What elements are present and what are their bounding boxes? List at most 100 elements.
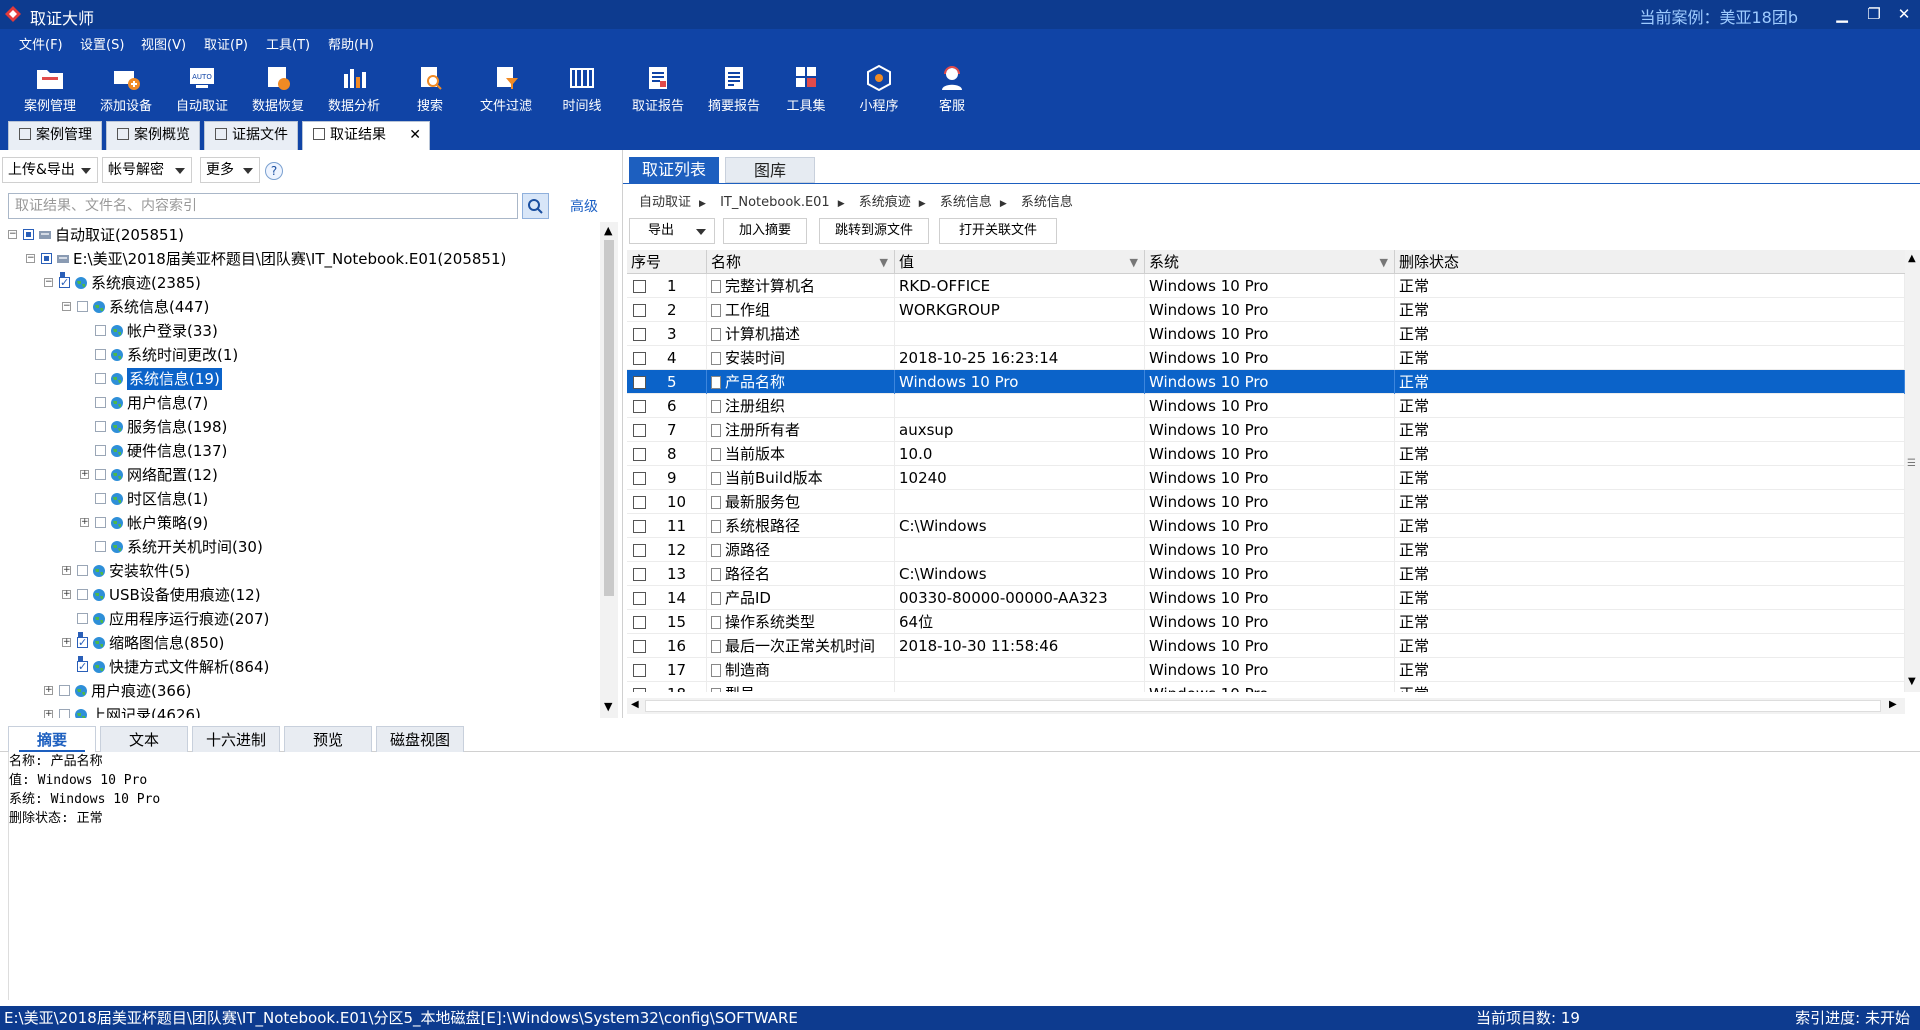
tab-text[interactable]: 文本: [100, 726, 188, 752]
row-checkbox[interactable]: [633, 496, 646, 509]
column-header-name[interactable]: 名称 ▼: [707, 250, 895, 274]
tree-checkbox[interactable]: [95, 397, 106, 408]
column-header-value[interactable]: 值 ▼: [895, 250, 1145, 274]
tree-node[interactable]: + 网络配置(12): [0, 464, 600, 486]
scroll-left-icon[interactable]: ◀: [631, 699, 639, 710]
table-row[interactable]: 2 工作组 WORKGROUP Windows 10 Pro 正常: [627, 298, 1905, 322]
forensics-report-button[interactable]: 取证报告: [626, 58, 690, 116]
tab-disk-view[interactable]: 磁盘视图: [376, 726, 464, 752]
tab-case-overview[interactable]: 案例概览: [106, 121, 200, 150]
tree-node[interactable]: + USB设备使用痕迹(12): [0, 584, 600, 606]
breadcrumb-item[interactable]: 系统信息: [1021, 195, 1073, 210]
more-dropdown[interactable]: 更多: [200, 157, 260, 183]
tab-forensics-list[interactable]: 取证列表: [629, 157, 719, 183]
data-recovery-button[interactable]: 数据恢复: [246, 58, 310, 116]
column-header-system[interactable]: 系统 ▼: [1145, 250, 1395, 274]
row-checkbox[interactable]: [633, 616, 646, 629]
table-row[interactable]: 18 型号 Windows 10 Pro正常: [627, 682, 1905, 692]
menu-forensics[interactable]: 取证(P): [204, 34, 248, 53]
collapse-icon[interactable]: −: [44, 278, 53, 287]
row-checkbox[interactable]: [633, 592, 646, 605]
mini-program-button[interactable]: 小程序: [847, 58, 911, 116]
tree-node[interactable]: 硬件信息(137): [0, 440, 600, 462]
tree-node[interactable]: + 上网记录(4626): [0, 704, 600, 718]
table-row[interactable]: 4 安装时间 2018-10-25 16:23:14 Windows 10 Pro 正常: [627, 346, 1905, 370]
row-checkbox[interactable]: [633, 688, 646, 692]
tree-node[interactable]: 快捷方式文件解析(864): [0, 656, 600, 678]
table-row[interactable]: 9 当前Build版本 10240 Windows 10 Pro 正常: [627, 466, 1905, 490]
scrollbar-thumb[interactable]: [604, 240, 614, 596]
filter-icon[interactable]: ▼: [880, 251, 888, 275]
tree-checkbox[interactable]: [77, 613, 88, 624]
row-checkbox[interactable]: [633, 520, 646, 533]
file-filter-button[interactable]: 文件过滤: [474, 58, 538, 116]
menu-view[interactable]: 视图(V): [141, 34, 186, 53]
tree-checkbox[interactable]: [95, 445, 106, 456]
tree-checkbox[interactable]: [95, 469, 106, 480]
breadcrumb-item[interactable]: 自动取证: [639, 195, 691, 210]
table-h-scrollbar[interactable]: ◀ ▶: [627, 698, 1905, 714]
expand-icon[interactable]: +: [62, 590, 71, 599]
row-checkbox[interactable]: [633, 640, 646, 653]
tree-node[interactable]: 帐户登录(33): [0, 320, 600, 342]
breadcrumb-item[interactable]: IT_Notebook.E01: [720, 195, 830, 210]
row-checkbox[interactable]: [633, 328, 646, 341]
tab-preview[interactable]: 预览: [284, 726, 372, 752]
tree-checkbox[interactable]: [77, 301, 88, 312]
row-checkbox[interactable]: [633, 664, 646, 677]
breadcrumb-item[interactable]: 系统痕迹: [859, 195, 911, 210]
table-row[interactable]: 14 产品ID 00330-80000-00000-AA323 Windows 10 …: [627, 586, 1905, 610]
tree-node[interactable]: + 安装软件(5): [0, 560, 600, 582]
breadcrumb-item[interactable]: 系统信息: [940, 195, 992, 210]
timeline-button[interactable]: 时间线: [550, 58, 614, 116]
tree-checkbox[interactable]: [77, 565, 88, 576]
tree-checkbox[interactable]: [59, 709, 70, 718]
expand-icon[interactable]: +: [62, 566, 71, 575]
row-checkbox[interactable]: [633, 376, 646, 389]
table-row[interactable]: 17 制造商 Windows 10 Pro 正常: [627, 658, 1905, 682]
expand-icon[interactable]: +: [44, 686, 53, 695]
tree-checkbox[interactable]: [95, 349, 106, 360]
tree-checkbox[interactable]: [77, 589, 88, 600]
row-checkbox[interactable]: [633, 424, 646, 437]
menu-help[interactable]: 帮助(H): [328, 34, 374, 53]
tree-checkbox[interactable]: [77, 632, 88, 648]
tree-node[interactable]: 系统信息(19): [0, 368, 600, 390]
tab-evidence-files[interactable]: 证据文件: [204, 121, 298, 150]
table-scrollbar[interactable]: ▲ ☰ ▼: [1905, 250, 1920, 692]
tree-checkbox[interactable]: [95, 517, 106, 528]
column-header-delete-status[interactable]: 删除状态: [1395, 250, 1905, 274]
tree-node[interactable]: 应用程序运行痕迹(207): [0, 608, 600, 630]
help-icon[interactable]: ?: [265, 162, 283, 180]
row-checkbox[interactable]: [633, 280, 646, 293]
tree-checkbox[interactable]: [95, 493, 106, 504]
tree-node[interactable]: − E:\美亚\2018届美亚杯题目\团队赛\IT_Notebook.E01(20…: [0, 248, 600, 270]
export-dropdown[interactable]: 导出: [629, 218, 715, 244]
menu-file[interactable]: 文件(F): [19, 34, 63, 53]
tree-node[interactable]: − 系统痕迹(2385): [0, 272, 600, 294]
tab-gallery[interactable]: 图库: [725, 157, 815, 183]
scroll-down-icon[interactable]: ▼: [604, 700, 612, 713]
scroll-up-icon[interactable]: ▲: [604, 224, 612, 237]
tree-scrollbar[interactable]: ▲ ▼: [600, 222, 618, 718]
row-checkbox[interactable]: [633, 544, 646, 557]
tree-checkbox[interactable]: [41, 253, 52, 264]
row-checkbox[interactable]: [633, 568, 646, 581]
table-row[interactable]: 3 计算机描述 Windows 10 Pro 正常: [627, 322, 1905, 346]
tree-node[interactable]: 用户信息(7): [0, 392, 600, 414]
case-management-button[interactable]: 案例管理: [18, 58, 82, 116]
tree-node[interactable]: + 用户痕迹(366): [0, 680, 600, 702]
tab-hex[interactable]: 十六进制: [192, 726, 280, 752]
account-decrypt-dropdown[interactable]: 帐号解密: [102, 157, 192, 183]
expand-icon[interactable]: +: [80, 518, 89, 527]
row-checkbox[interactable]: [633, 472, 646, 485]
tree-node[interactable]: 时区信息(1): [0, 488, 600, 510]
tree-node[interactable]: 系统时间更改(1): [0, 344, 600, 366]
table-row[interactable]: 13 路径名 C:\Windows Windows 10 Pro 正常: [627, 562, 1905, 586]
tree-node[interactable]: 服务信息(198): [0, 416, 600, 438]
tree-node[interactable]: 系统开关机时间(30): [0, 536, 600, 558]
row-checkbox[interactable]: [633, 448, 646, 461]
tree-node[interactable]: − 系统信息(447): [0, 296, 600, 318]
jump-to-source-button[interactable]: 跳转到源文件: [819, 218, 929, 244]
tree-node[interactable]: + 帐户策略(9): [0, 512, 600, 534]
